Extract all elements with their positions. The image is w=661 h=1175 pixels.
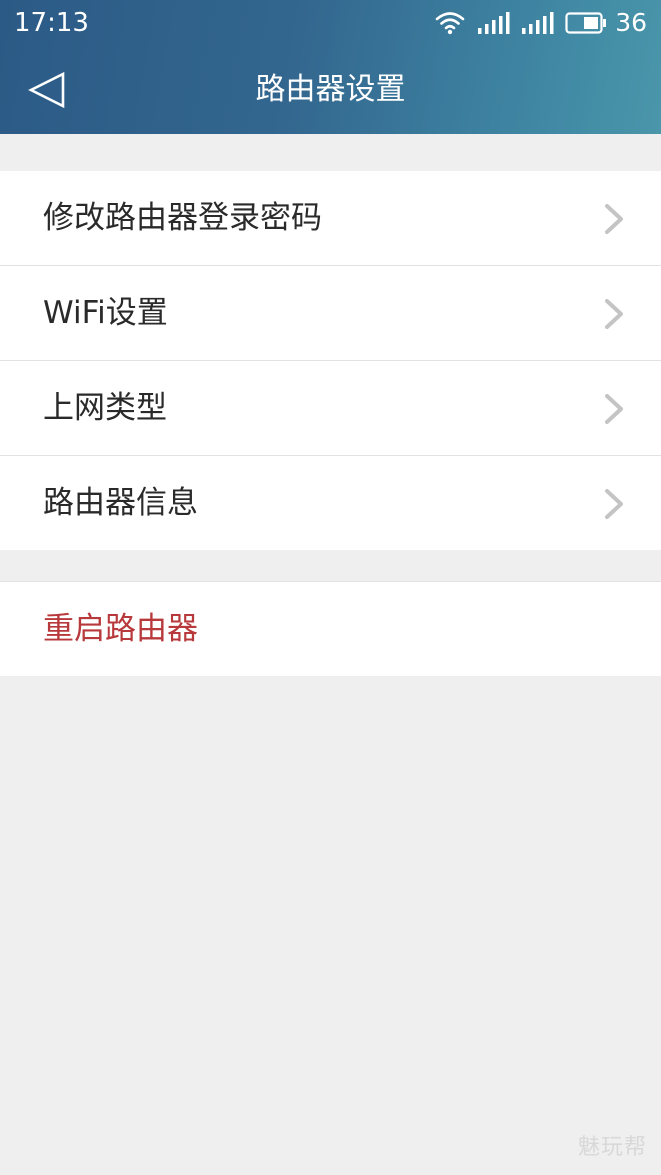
signal-icon	[522, 12, 554, 34]
menu-item-label: WiFi设置	[43, 295, 168, 331]
menu-item-connection-type[interactable]: 上网类型	[0, 361, 661, 456]
settings-list: 修改路由器登录密码 WiFi设置 上网类型 路由器信息	[0, 171, 661, 550]
chevron-right-icon	[605, 204, 623, 234]
menu-item-label: 路由器信息	[43, 485, 198, 521]
menu-item-wifi-settings[interactable]: WiFi设置	[0, 266, 661, 361]
chevron-right-icon	[605, 489, 623, 519]
restart-section: 重启路由器	[0, 581, 661, 676]
menu-item-router-info[interactable]: 路由器信息	[0, 456, 661, 550]
menu-item-change-password[interactable]: 修改路由器登录密码	[0, 171, 661, 266]
status-bar: 17:13 36	[0, 0, 661, 46]
signal-icon	[478, 12, 510, 34]
battery-icon	[565, 12, 607, 34]
header-bar: 17:13 36 路由器设置	[0, 0, 661, 134]
chevron-right-icon	[605, 394, 623, 424]
chevron-right-icon	[605, 299, 623, 329]
restart-router-label: 重启路由器	[43, 611, 198, 647]
restart-router-button[interactable]: 重启路由器	[0, 582, 661, 676]
nav-bar: 路由器设置	[0, 46, 661, 134]
page-title: 路由器设置	[255, 72, 406, 107]
status-icons: 36	[435, 8, 647, 38]
status-time: 17:13	[14, 8, 89, 38]
menu-item-label: 修改路由器登录密码	[43, 200, 322, 236]
wifi-icon	[435, 12, 465, 35]
battery-level: 36	[615, 8, 647, 37]
screen: 17:13 36 路由器设置 修改路由器登录密码 WiFi设置 上网类型 路由器…	[0, 0, 661, 1175]
watermark: 魅玩帮	[577, 1135, 647, 1160]
menu-item-label: 上网类型	[43, 390, 167, 426]
